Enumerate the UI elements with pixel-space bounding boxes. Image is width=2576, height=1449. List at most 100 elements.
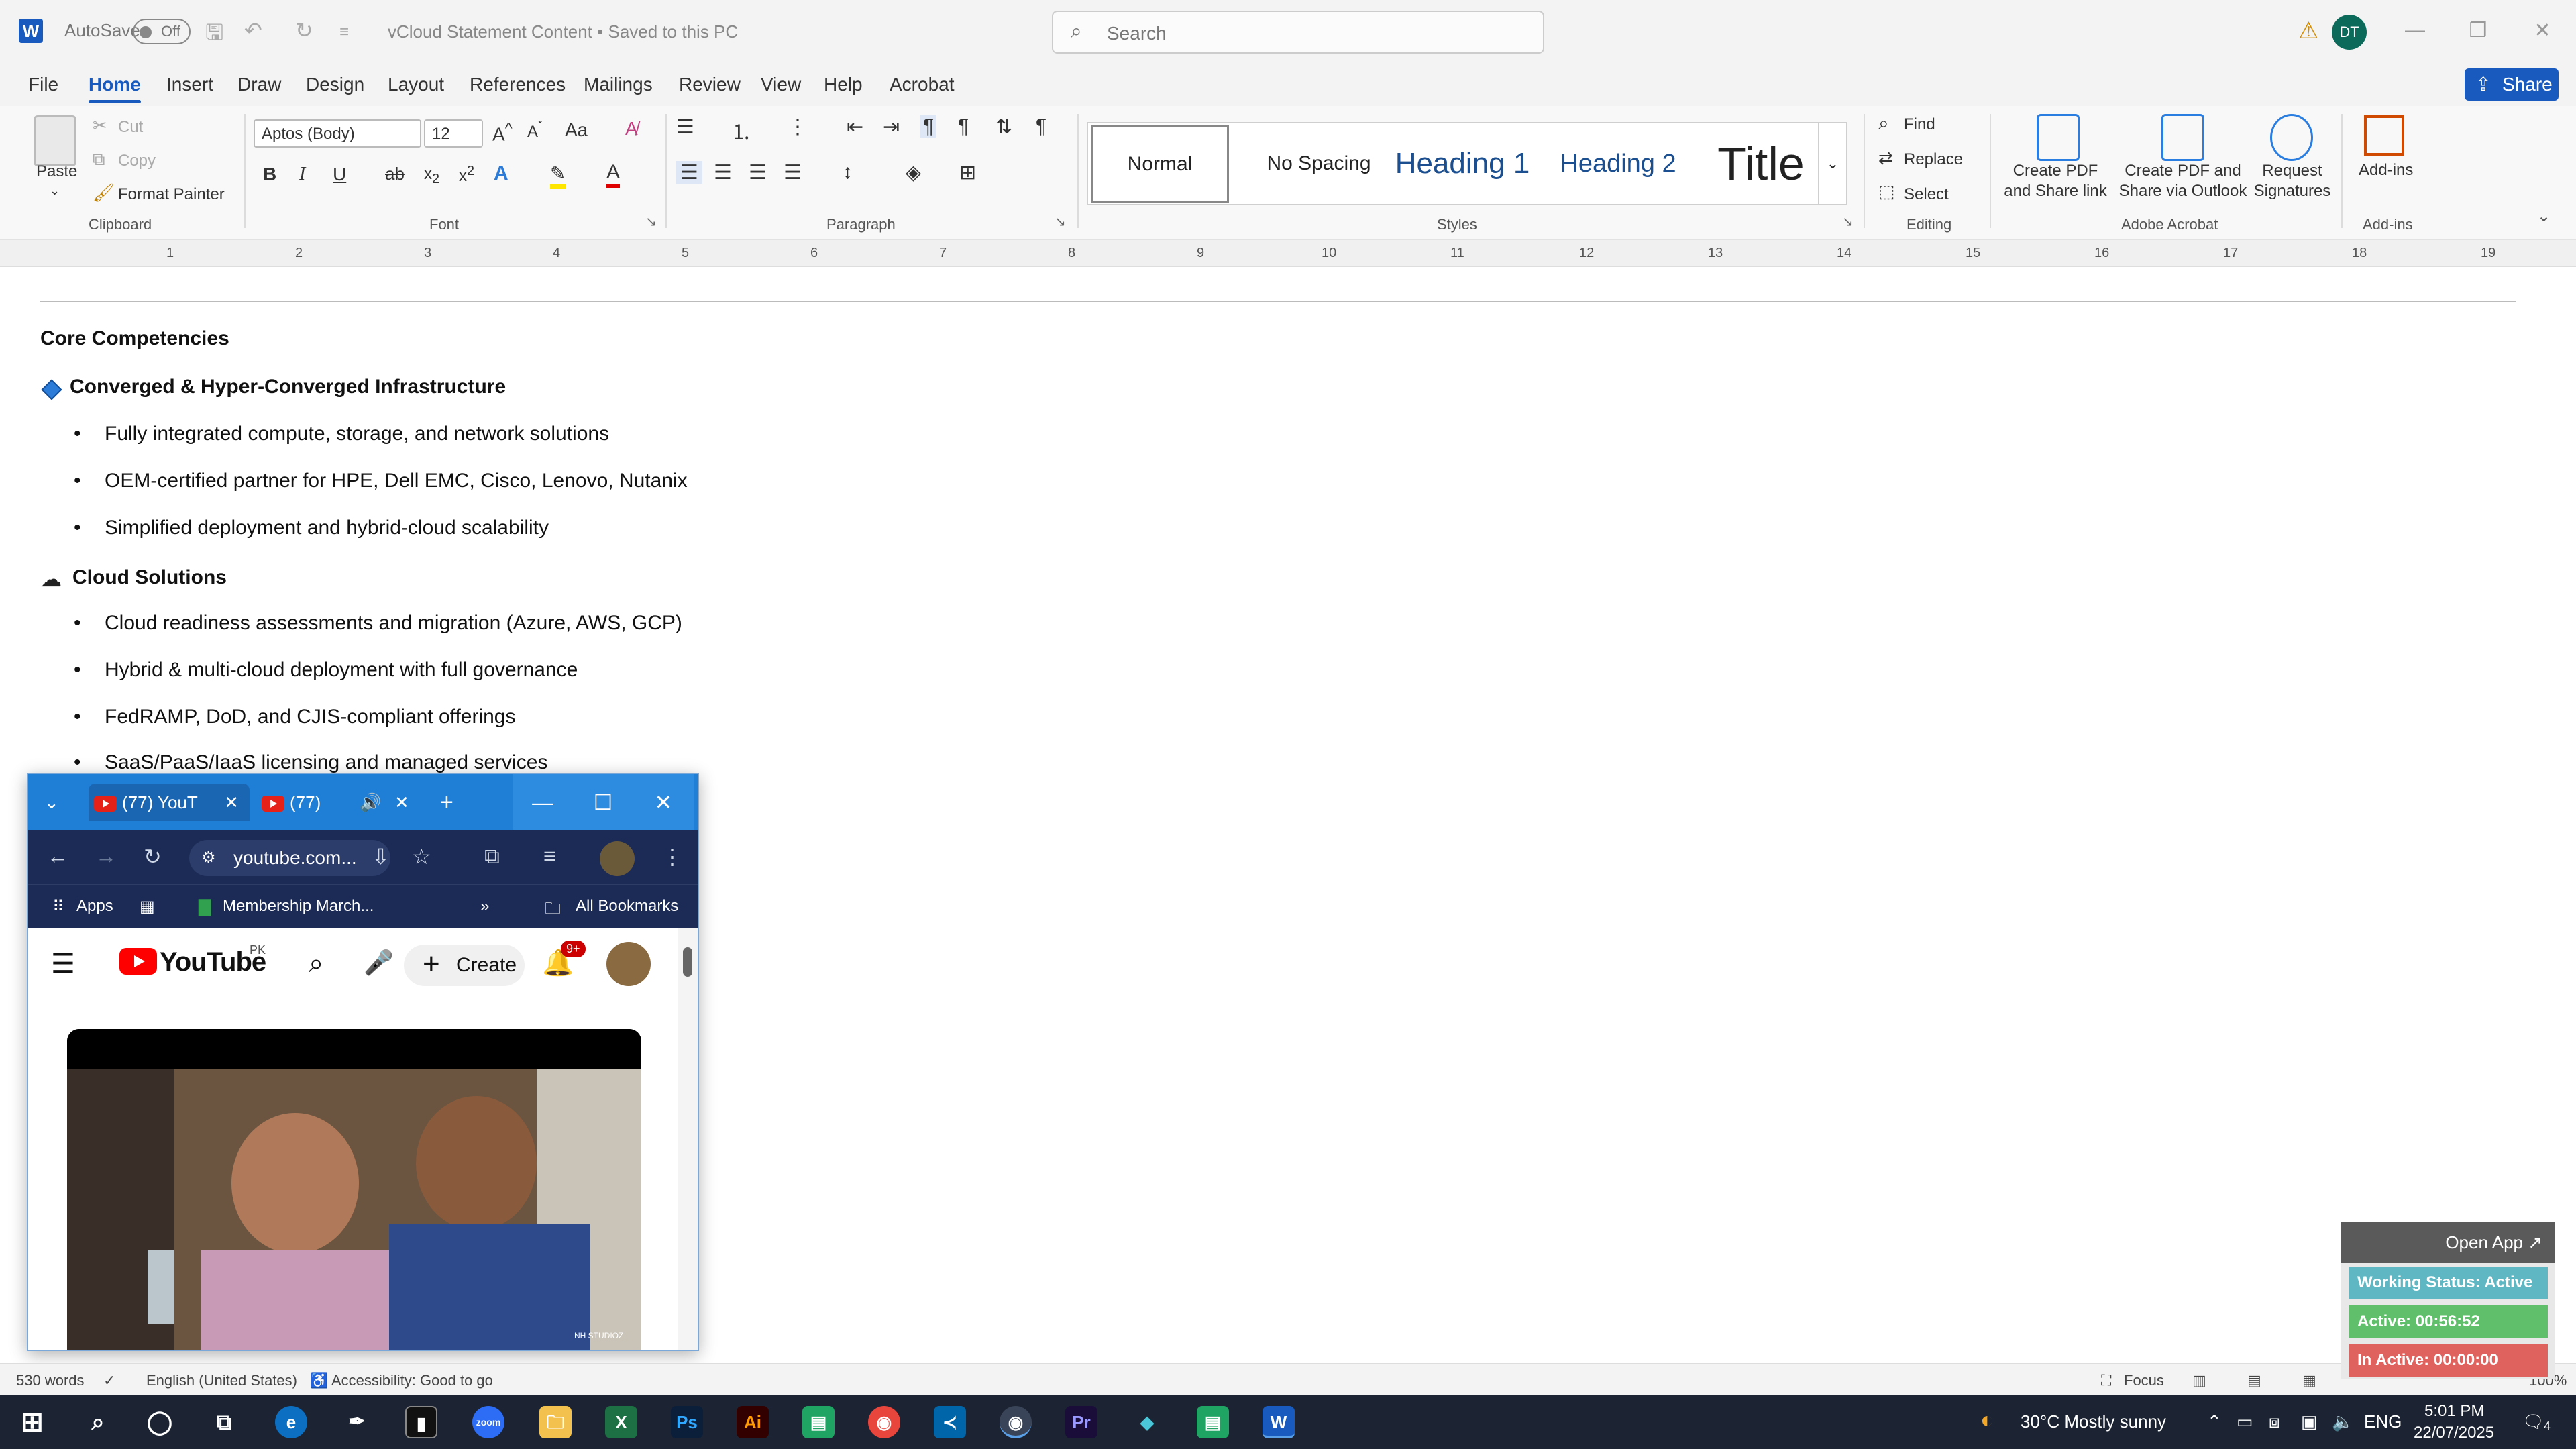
show-marks-icon[interactable]: ¶	[1036, 115, 1046, 138]
align-left-icon[interactable]: ☰	[676, 161, 702, 184]
minimize-icon[interactable]: —	[513, 774, 573, 830]
volume-icon[interactable]: 🔈	[2332, 1411, 2353, 1432]
notification-center-icon[interactable]: 🗨	[2522, 1411, 2544, 1432]
clock-date[interactable]: 22/07/2025	[2414, 1424, 2494, 1442]
tab-file[interactable]: File	[28, 74, 58, 95]
document-title[interactable]: vCloud Statement Content • Saved to this…	[388, 21, 738, 42]
paste-icon[interactable]	[34, 115, 76, 166]
terminal-icon[interactable]: ▮	[405, 1406, 437, 1438]
edge-icon[interactable]: e	[275, 1406, 307, 1438]
youtube-logo[interactable]: YouTube	[119, 947, 266, 977]
chrome-active-icon[interactable]: ◉	[1000, 1406, 1032, 1438]
chrome-tab[interactable]: (77) 🔊 ✕	[252, 784, 427, 821]
create-pdf-icon[interactable]	[2037, 114, 2080, 161]
tab-draw[interactable]: Draw	[237, 74, 281, 95]
customize-qat-icon[interactable]: ≡	[339, 23, 349, 42]
grid-icon[interactable]: ▦	[140, 897, 155, 916]
app-diamond-icon[interactable]: ◆	[1131, 1406, 1163, 1438]
horizontal-ruler[interactable]: 1 2 3 4 5 6 7 8 9 10 11 12 13 14 15 16 1…	[0, 240, 2576, 267]
style-title[interactable]: Title	[1695, 123, 1827, 204]
scrollbar-thumb[interactable]	[683, 947, 692, 977]
tab-mailings[interactable]: Mailings	[584, 74, 653, 95]
bold-icon[interactable]: B	[263, 164, 276, 185]
microphone-icon[interactable]: 🎤	[364, 949, 394, 977]
illustrator-icon[interactable]: Ai	[737, 1406, 769, 1438]
premiere-icon[interactable]: Pr	[1065, 1406, 1097, 1438]
tab-help[interactable]: Help	[824, 74, 863, 95]
grow-font-icon[interactable]: A^	[492, 119, 513, 145]
style-heading-1[interactable]: Heading 1	[1382, 123, 1543, 204]
sheets-icon[interactable]: ▤	[802, 1406, 835, 1438]
weather-text[interactable]: 30°C Mostly sunny	[2021, 1411, 2166, 1432]
search-box[interactable]: ⌕ Search	[1052, 11, 1544, 54]
close-tab-icon[interactable]: ✕	[224, 784, 239, 821]
tray-app-icon-2[interactable]: ⧈	[2269, 1411, 2280, 1433]
more-bookmarks-icon[interactable]: »	[480, 897, 489, 916]
superscript-icon[interactable]: x2	[459, 164, 474, 186]
tab-view[interactable]: View	[761, 74, 801, 95]
bookmark-membership[interactable]: Membership March...	[223, 897, 374, 916]
more-menu-icon[interactable]: ⋮	[661, 844, 683, 869]
font-launcher-icon[interactable]: ↘	[645, 213, 657, 230]
paste-dropdown-icon[interactable]: ⌄	[50, 184, 60, 198]
address-bar[interactable]: ⚙ youtube.com...	[189, 840, 390, 876]
language-indicator[interactable]: ENG	[2364, 1411, 2402, 1432]
collapse-ribbon-icon[interactable]: ⌄	[2537, 207, 2551, 226]
site-info-icon[interactable]: ⚙	[201, 840, 216, 876]
forward-icon[interactable]: →	[95, 844, 117, 869]
change-case-icon[interactable]: Aa	[565, 119, 588, 141]
format-painter-button[interactable]: Format Painter	[118, 185, 225, 204]
profile-avatar[interactable]	[600, 841, 635, 876]
audio-playing-icon[interactable]: 🔊	[360, 784, 381, 821]
undo-icon[interactable]: ↶	[244, 17, 262, 43]
bookmark-apps[interactable]: Apps	[76, 897, 113, 916]
bookmark-star-icon[interactable]: ☆	[412, 844, 431, 869]
request-signatures-button[interactable]: Request Signatures	[2253, 161, 2332, 201]
shading-icon[interactable]: ◈	[906, 161, 921, 184]
page-scrollbar[interactable]	[678, 928, 698, 1350]
add-ins-button[interactable]: Add-ins	[2359, 161, 2413, 180]
tab-search-icon[interactable]: ⌄	[44, 784, 59, 821]
photoshop-icon[interactable]: Ps	[671, 1406, 703, 1438]
language-indicator[interactable]: English (United States)	[146, 1372, 297, 1389]
excel-icon[interactable]: X	[605, 1406, 637, 1438]
select-button[interactable]: Select	[1904, 185, 1949, 204]
youtube-avatar[interactable]	[606, 942, 651, 986]
style-normal[interactable]: Normal	[1091, 125, 1229, 203]
task-view-icon[interactable]: ⧉	[208, 1406, 240, 1438]
align-right-icon[interactable]: ☰	[749, 161, 767, 184]
subscript-icon[interactable]: x2	[424, 165, 439, 187]
increase-indent-icon[interactable]: ⇥	[883, 115, 900, 139]
cut-button[interactable]: Cut	[118, 118, 143, 137]
close-icon[interactable]: ✕	[2529, 19, 2556, 42]
read-mode-icon[interactable]: ▥	[2192, 1372, 2206, 1389]
chrome-icon[interactable]: ◉	[868, 1406, 900, 1438]
style-heading-2[interactable]: Heading 2	[1531, 123, 1705, 204]
word-icon[interactable]: W	[1263, 1406, 1295, 1438]
replace-button[interactable]: Replace	[1904, 150, 1963, 169]
web-layout-icon[interactable]: ▦	[2302, 1372, 2316, 1389]
tab-home[interactable]: Home	[89, 74, 141, 103]
replace-icon[interactable]: ⇄	[1878, 148, 1893, 168]
media-controls-icon[interactable]: ≡	[543, 844, 556, 869]
request-signatures-icon[interactable]	[2270, 114, 2313, 161]
maximize-icon[interactable]: ☐	[573, 774, 633, 830]
cortana-icon[interactable]: ◯	[144, 1406, 176, 1438]
focus-button[interactable]: Focus	[2124, 1372, 2164, 1389]
styles-launcher-icon[interactable]: ↘	[1842, 213, 1854, 230]
cut-icon[interactable]: ✂	[93, 115, 107, 136]
sheets-icon-2[interactable]: ▤	[1197, 1406, 1229, 1438]
find-button[interactable]: Find	[1904, 115, 1935, 134]
copy-icon[interactable]: ⧉	[93, 149, 105, 170]
tab-review[interactable]: Review	[679, 74, 741, 95]
video-player[interactable]: NH STUDIOZ	[67, 1029, 641, 1350]
file-explorer-icon[interactable]: 🗀	[539, 1406, 572, 1438]
tray-app-icon[interactable]: ▭	[2237, 1411, 2253, 1432]
hamburger-menu-icon[interactable]: ☰	[51, 949, 75, 979]
reload-icon[interactable]: ↻	[144, 844, 162, 869]
decrease-indent-icon[interactable]: ⇤	[847, 115, 863, 139]
italic-icon[interactable]: I	[299, 164, 305, 185]
add-ins-icon[interactable]	[2364, 115, 2404, 156]
tab-layout[interactable]: Layout	[388, 74, 444, 95]
network-icon[interactable]: ▣	[2301, 1411, 2318, 1432]
